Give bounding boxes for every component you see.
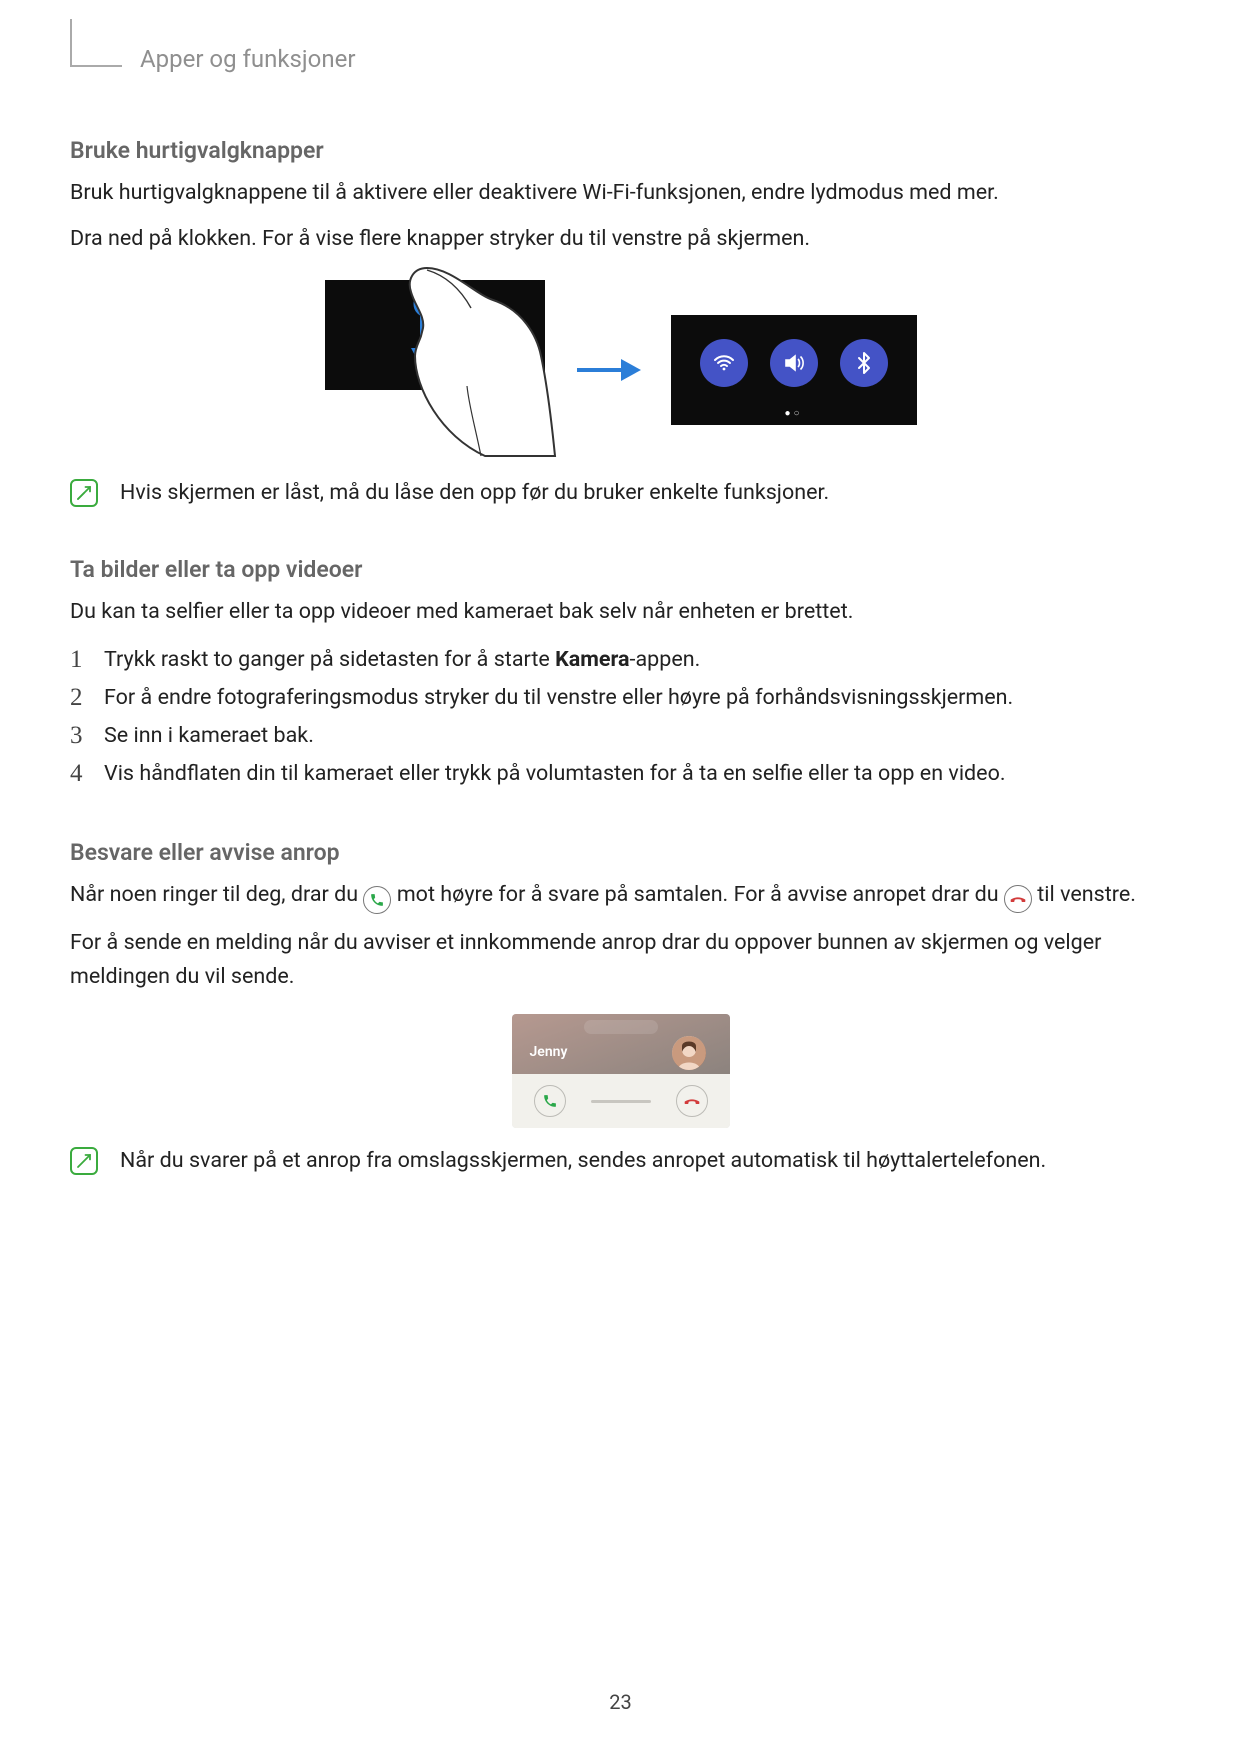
- step-1: Trykk raskt to ganger på sidetasten for …: [70, 643, 1171, 677]
- figure-swipe-hand: [325, 280, 545, 460]
- text-calls-p2: For å sende en melding når du avviser et…: [70, 926, 1171, 994]
- decline-call-icon: [1004, 885, 1032, 913]
- wifi-toggle-icon: [700, 339, 748, 387]
- note-text: Når du svarer på et anrop fra omslagsskj…: [120, 1146, 1046, 1176]
- sound-toggle-icon: [770, 339, 818, 387]
- arrow-right-icon: [575, 357, 641, 383]
- heading-calls: Besvare eller avvise anrop: [70, 839, 1171, 866]
- heading-camera: Ta bilder eller ta opp videoer: [70, 556, 1171, 583]
- text-calls-p1: Når noen ringer til deg, drar du mot høy…: [70, 878, 1171, 914]
- caller-name: Jenny: [530, 1044, 568, 1060]
- figure-quick-panel: ●○: [671, 315, 917, 425]
- incoming-call-label-blur: [584, 1020, 658, 1034]
- answer-button-icon: [534, 1085, 566, 1117]
- page-header: Apper og funksjoner: [70, 35, 1171, 91]
- page: Apper og funksjoner Bruke hurtigvalgknap…: [0, 0, 1241, 1754]
- figure-incoming-call: Jenny: [512, 1014, 730, 1128]
- note-icon: [70, 479, 98, 507]
- step-3: Se inn i kameraet bak.: [70, 719, 1171, 753]
- drag-handle-icon: [591, 1100, 651, 1103]
- page-number: 23: [0, 1690, 1241, 1714]
- figure-swipe-down: ●○: [70, 280, 1171, 460]
- hand-icon: [401, 266, 561, 462]
- note-text: Hvis skjermen er låst, må du låse den op…: [120, 478, 829, 508]
- text-quick-buttons-2: Dra ned på klokken. For å vise flere kna…: [70, 222, 1171, 256]
- text-camera-intro: Du kan ta selfier eller ta opp videoer m…: [70, 595, 1171, 629]
- answer-call-icon: [363, 886, 391, 914]
- heading-quick-buttons: Bruke hurtigvalgknapper: [70, 137, 1171, 164]
- page-dots-icon: ●○: [671, 408, 917, 419]
- step-4: Vis håndflaten din til kameraet eller tr…: [70, 757, 1171, 791]
- note-speakerphone: Når du svarer på et anrop fra omslagsskj…: [70, 1146, 1171, 1176]
- note-lock-screen: Hvis skjermen er låst, må du låse den op…: [70, 478, 1171, 508]
- text-quick-buttons-1: Bruk hurtigvalgknappene til å aktivere e…: [70, 176, 1171, 210]
- caller-avatar: [672, 1036, 706, 1070]
- header-title: Apper og funksjoner: [140, 45, 355, 73]
- step-2: For å endre fotograferingsmodus stryker …: [70, 681, 1171, 715]
- header-corner-decor: [70, 19, 122, 67]
- steps-camera: Trykk raskt to ganger på sidetasten for …: [70, 643, 1171, 791]
- decline-button-icon: [676, 1085, 708, 1117]
- note-icon: [70, 1147, 98, 1175]
- bluetooth-toggle-icon: [840, 339, 888, 387]
